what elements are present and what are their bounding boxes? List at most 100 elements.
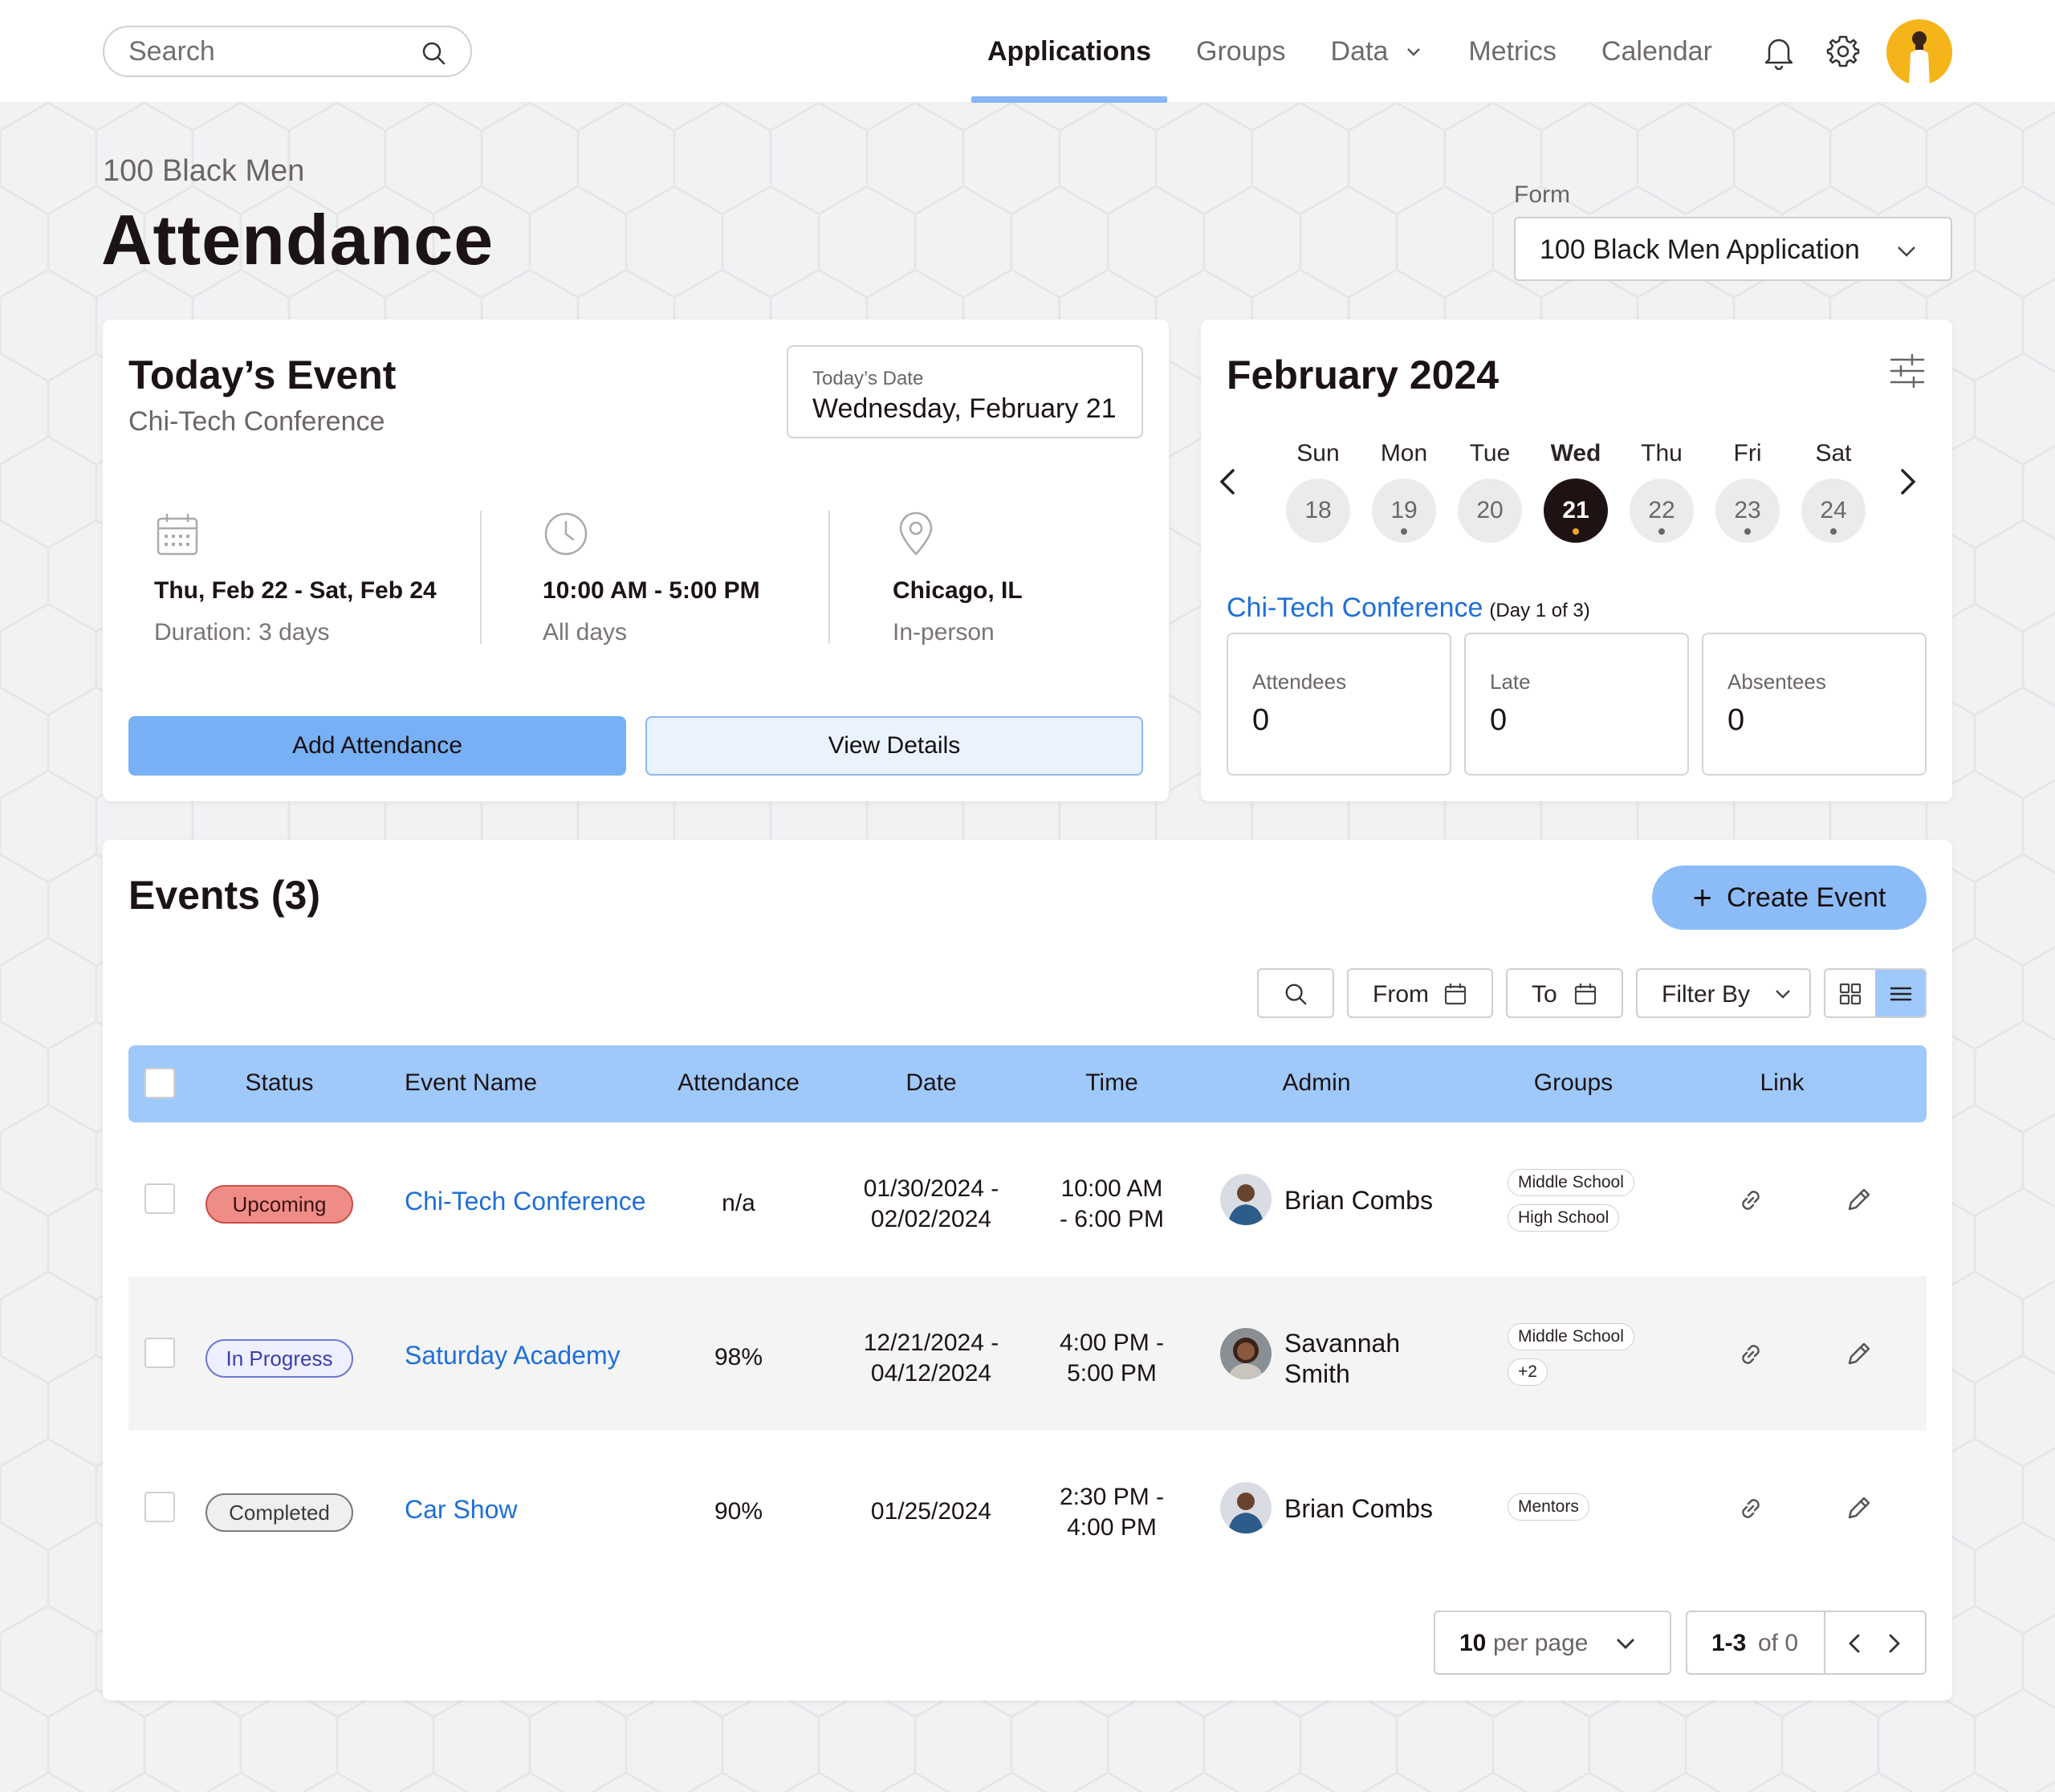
column-attendance[interactable]: Attendance [658,1069,819,1097]
filter-by-dropdown[interactable]: Filter By [1636,968,1811,1018]
day-number-text: 18 [1304,497,1332,523]
column-admin[interactable]: Admin [1220,1069,1413,1097]
nav-data[interactable]: Data [1315,0,1440,103]
event-duration: Duration: 3 days [154,619,330,646]
chevron-down-icon [1407,48,1421,56]
list-view-button[interactable] [1875,970,1925,1016]
calendar-event-day: (Day 1 of 3) [1489,600,1590,621]
from-date-filter[interactable]: From [1347,968,1493,1018]
link-icon[interactable] [1736,1493,1766,1524]
column-status[interactable]: Status [206,1069,353,1097]
group-chip: Mentors [1508,1493,1589,1521]
calendar-day-sat[interactable]: Sat 24 [1801,440,1866,543]
chevron-right-icon[interactable] [1882,1631,1906,1656]
group-more-chip[interactable]: +2 [1508,1358,1548,1386]
stat-value: 0 [1490,703,1508,737]
link-icon[interactable] [1736,1185,1766,1216]
event-time-meta: All days [543,619,628,646]
todays-event-card: Today’s Event Chi-Tech Conference Today’… [103,320,1169,801]
gear-icon[interactable] [1824,32,1862,71]
column-time[interactable]: Time [1044,1069,1180,1097]
column-groups[interactable]: Groups [1493,1069,1654,1097]
calendar-day-fri[interactable]: Fri 23 [1715,440,1780,543]
nav-metrics[interactable]: Metrics [1452,0,1573,103]
location-pin-icon [899,511,933,556]
column-date[interactable]: Date [851,1069,1011,1097]
column-link[interactable]: Link [1726,1069,1838,1097]
divider [480,511,482,644]
event-name-link[interactable]: Car Show [405,1495,518,1525]
select-all-checkbox[interactable] [144,1068,175,1098]
row-checkbox[interactable] [144,1183,175,1214]
date-start: 12/21/2024 - [863,1330,999,1356]
page-total: of 0 [1758,1630,1799,1656]
grid-view-button[interactable] [1825,970,1875,1016]
calendar-month: February 2024 [1227,352,1500,397]
stat-value: 0 [1252,703,1270,737]
nav-calendar[interactable]: Calendar [1585,0,1728,103]
stat-value: 0 [1727,703,1745,737]
pencil-icon[interactable] [1843,1185,1874,1216]
nav-applications[interactable]: Applications [971,0,1168,103]
create-event-label: Create Event [1727,882,1886,913]
day-number: 18 [1286,479,1350,543]
pencil-icon[interactable] [1843,1493,1874,1524]
day-name: Tue [1469,440,1511,466]
date-end: 04/12/2024 [870,1360,992,1387]
day-number: 19 [1372,479,1436,543]
chevron-down-icon [1617,1639,1634,1649]
nav-groups[interactable]: Groups [1180,0,1302,103]
event-name-link[interactable]: Chi-Tech Conference [405,1187,646,1216]
admin-name: Brian Combs [1284,1494,1433,1523]
time-end: 4:00 PM [1067,1514,1157,1541]
day-name: Thu [1641,440,1683,466]
divider [1824,1612,1825,1673]
bell-icon[interactable] [1760,32,1798,71]
nav-label: Applications [987,35,1152,67]
event-name-link[interactable]: Saturday Academy [405,1341,621,1370]
chevron-left-icon[interactable] [1212,466,1244,498]
sliders-icon[interactable] [1888,352,1927,390]
calendar-day-mon[interactable]: Mon 19 [1371,440,1437,543]
row-checkbox[interactable] [144,1338,175,1368]
search-input[interactable] [128,35,417,67]
stat-label: Absentees [1727,670,1826,694]
attendance-value: 90% [714,1498,763,1525]
event-dot [1830,528,1837,535]
calendar-day-thu[interactable]: Thu 22 [1629,440,1695,543]
day-number-text: 19 [1390,497,1418,523]
admin-name: Brian Combs [1284,1186,1433,1215]
from-label: From [1373,981,1429,1008]
avatar[interactable] [1886,19,1952,85]
calendar-day-tue[interactable]: Tue 20 [1457,440,1523,543]
column-event-name[interactable]: Event Name [405,1069,537,1097]
row-checkbox[interactable] [144,1492,175,1522]
user-avatar-icon [1909,31,1930,85]
todays-date-value: Wednesday, February 21 [812,393,1117,424]
calendar-day-wed[interactable]: Wed 21 [1543,440,1609,543]
chevron-left-icon[interactable] [1843,1631,1867,1656]
create-event-button[interactable]: + Create Event [1652,865,1927,930]
calendar-day-sun[interactable]: Sun 18 [1285,440,1351,543]
link-icon[interactable] [1736,1339,1766,1370]
status-badge: Upcoming [206,1185,353,1224]
to-date-filter[interactable]: To [1506,968,1623,1018]
chevron-right-icon[interactable] [1891,466,1923,498]
add-attendance-button[interactable]: Add Attendance [128,716,626,776]
todays-event-title: Today’s Event [128,352,397,397]
time-end: 5:00 PM [1067,1360,1157,1387]
pencil-icon[interactable] [1843,1339,1874,1370]
search-icon[interactable] [421,40,446,66]
table-search-button[interactable] [1257,968,1334,1018]
per-page-select[interactable]: 10 per page [1434,1611,1671,1675]
search-box[interactable] [103,26,472,77]
chevron-down-icon [1898,246,1915,257]
form-label: Form [1514,181,1570,208]
view-details-button[interactable]: View Details [645,716,1143,776]
calendar-event-link[interactable]: Chi-Tech Conference [1227,593,1483,623]
group-chip: Middle School [1508,1323,1634,1350]
nav-label: Data [1330,35,1389,67]
table-row: Upcoming Chi-Tech Conference n/a 01/30/2… [128,1122,1927,1277]
day-name: Mon [1380,440,1428,466]
form-select[interactable]: 100 Black Men Application [1514,217,1952,281]
